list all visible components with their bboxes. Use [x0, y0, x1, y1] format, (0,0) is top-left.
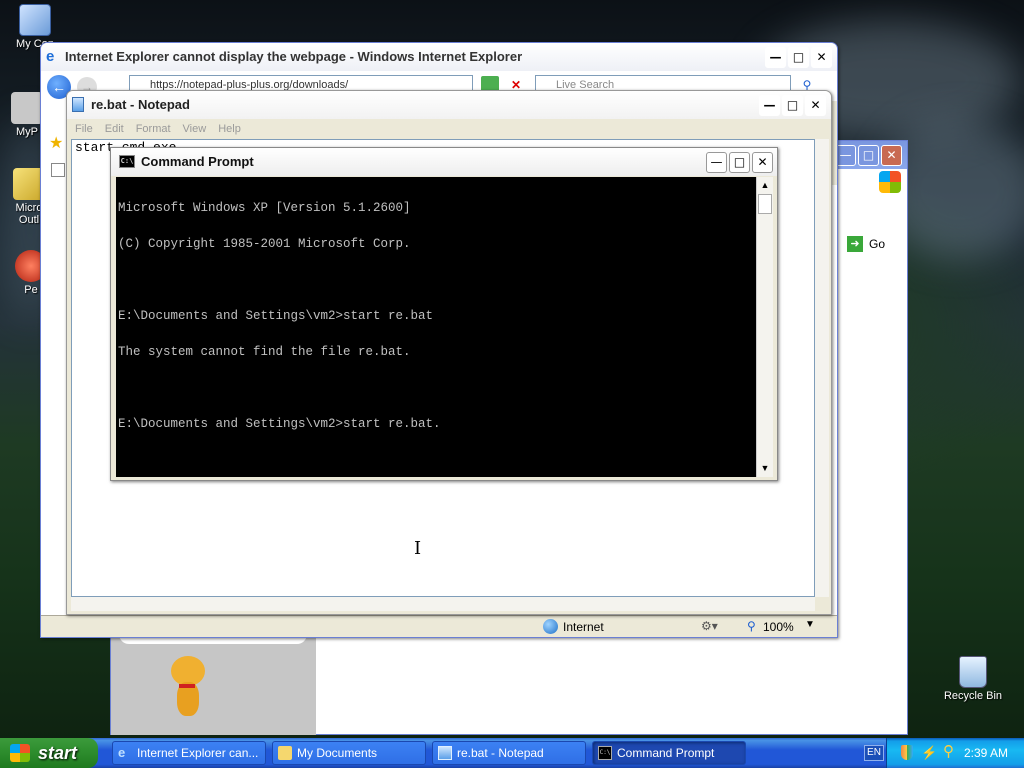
- close-button[interactable]: ✕: [881, 145, 902, 166]
- close-button[interactable]: ✕: [805, 95, 826, 116]
- maximize-button[interactable]: □: [788, 47, 809, 68]
- recycle-bin-icon: [959, 656, 987, 688]
- menu-format[interactable]: Format: [136, 119, 171, 139]
- task-label: My Documents: [297, 746, 378, 760]
- notepad-icon: [72, 97, 84, 112]
- desktop-icon-recycle-bin[interactable]: Recycle Bin: [938, 656, 1008, 702]
- ie-title: Internet Explorer cannot display the web…: [65, 49, 523, 64]
- language-indicator[interactable]: EN: [864, 745, 884, 761]
- cmd-icon: C:\: [598, 746, 612, 760]
- notepad-icon: [438, 746, 452, 760]
- console-line: E:\Documents and Settings\vm2>start re.b…: [118, 417, 441, 431]
- protected-mode-icon[interactable]: ⚙▾: [701, 619, 718, 633]
- system-tray: ⚡ ⚲ 2:39 AM: [886, 738, 1024, 768]
- ie-titlebar[interactable]: e Internet Explorer cannot display the w…: [41, 43, 837, 71]
- favorites-star-icon[interactable]: ★: [49, 133, 63, 153]
- cmd-title: Command Prompt: [141, 154, 254, 169]
- go-arrow-icon: ➜: [847, 236, 863, 252]
- ie-icon: e: [46, 48, 55, 65]
- notepad-title: re.bat - Notepad: [91, 97, 190, 112]
- zoom-dropdown-icon[interactable]: ▼: [805, 619, 815, 630]
- desktop-icon-label: Pe: [24, 284, 38, 296]
- security-shield-icon[interactable]: [901, 745, 913, 760]
- windows-logo-icon: [10, 744, 30, 762]
- cmd-titlebar[interactable]: C:\ Command Prompt: [111, 148, 777, 176]
- console-line: The system cannot find the file re.bat.: [118, 345, 411, 359]
- console-line: (C) Copyright 1985-2001 Microsoft Corp.: [118, 237, 411, 251]
- windows-flag-icon: [879, 171, 901, 193]
- desktop-icon-label: Recycle Bin: [943, 690, 1003, 702]
- go-label: Go: [869, 237, 886, 251]
- minimize-button[interactable]: —: [835, 145, 856, 166]
- menu-edit[interactable]: Edit: [105, 119, 124, 139]
- console-line: E:\Documents and Settings\vm2>start re.b…: [118, 309, 434, 323]
- task-command-prompt[interactable]: C:\ Command Prompt: [592, 741, 746, 765]
- menu-file[interactable]: File: [75, 119, 93, 139]
- clock: 2:39 AM: [963, 746, 1008, 760]
- start-button[interactable]: start: [0, 738, 98, 768]
- network-icon[interactable]: ⚡: [921, 745, 937, 760]
- notepad-titlebar[interactable]: re.bat - Notepad — □ ✕: [67, 91, 831, 119]
- search-dog-icon: [165, 654, 211, 726]
- task-label: re.bat - Notepad: [457, 746, 544, 760]
- app-icon: [11, 92, 43, 124]
- task-notepad[interactable]: re.bat - Notepad: [432, 741, 586, 765]
- close-button[interactable]: ✕: [811, 47, 832, 68]
- maximize-button[interactable]: □: [729, 152, 750, 173]
- scroll-up-icon[interactable]: ▲: [757, 177, 773, 194]
- minimize-button[interactable]: —: [759, 95, 780, 116]
- folder-icon: [278, 746, 292, 760]
- computer-icon: [19, 4, 51, 36]
- tabs-grid-icon[interactable]: [51, 163, 65, 177]
- task-ie[interactable]: e Internet Explorer can...: [112, 741, 266, 765]
- cmd-window[interactable]: C:\ Command Prompt — □ ✕ Microsoft Windo…: [110, 147, 778, 481]
- left-task-pane: [111, 634, 316, 735]
- notepad-hscrollbar[interactable]: [71, 597, 815, 611]
- minimize-button[interactable]: —: [706, 152, 727, 173]
- desktop-icon-label: MyP: [16, 126, 38, 138]
- cmd-console[interactable]: Microsoft Windows XP [Version 5.1.2600] …: [116, 177, 756, 477]
- ibeam-cursor-icon: I: [414, 538, 422, 559]
- ie-statusbar: Internet ⚙▾ ⚲ 100% ▼: [41, 615, 837, 637]
- menu-view[interactable]: View: [183, 119, 207, 139]
- cmd-vscrollbar[interactable]: ▲ ▼: [756, 177, 773, 477]
- console-line: Microsoft Windows XP [Version 5.1.2600]: [118, 201, 411, 215]
- task-label: Command Prompt: [617, 746, 715, 760]
- cmd-icon: C:\: [119, 155, 135, 168]
- notepad-vscrollbar[interactable]: [815, 139, 829, 597]
- zoom-icon: ⚲: [747, 619, 756, 633]
- maximize-button[interactable]: □: [858, 145, 879, 166]
- maximize-button[interactable]: □: [782, 95, 803, 116]
- search-tray-icon[interactable]: ⚲: [943, 744, 954, 760]
- go-button[interactable]: ➜ Go: [843, 233, 903, 255]
- scroll-down-icon[interactable]: ▼: [757, 460, 773, 477]
- notepad-menubar: File Edit Format View Help: [67, 119, 831, 139]
- task-my-documents[interactable]: My Documents: [272, 741, 426, 765]
- scroll-thumb[interactable]: [758, 194, 772, 214]
- status-zone: Internet: [563, 620, 604, 634]
- taskbar: start e Internet Explorer can... My Docu…: [0, 738, 1024, 768]
- task-label: Internet Explorer can...: [137, 746, 259, 760]
- menu-help[interactable]: Help: [218, 119, 241, 139]
- start-label: start: [38, 743, 78, 763]
- zoom-level[interactable]: 100%: [763, 620, 794, 634]
- internet-globe-icon: [543, 619, 558, 634]
- ie-icon: e: [118, 745, 126, 760]
- close-button[interactable]: ✕: [752, 152, 773, 173]
- minimize-button[interactable]: —: [765, 47, 786, 68]
